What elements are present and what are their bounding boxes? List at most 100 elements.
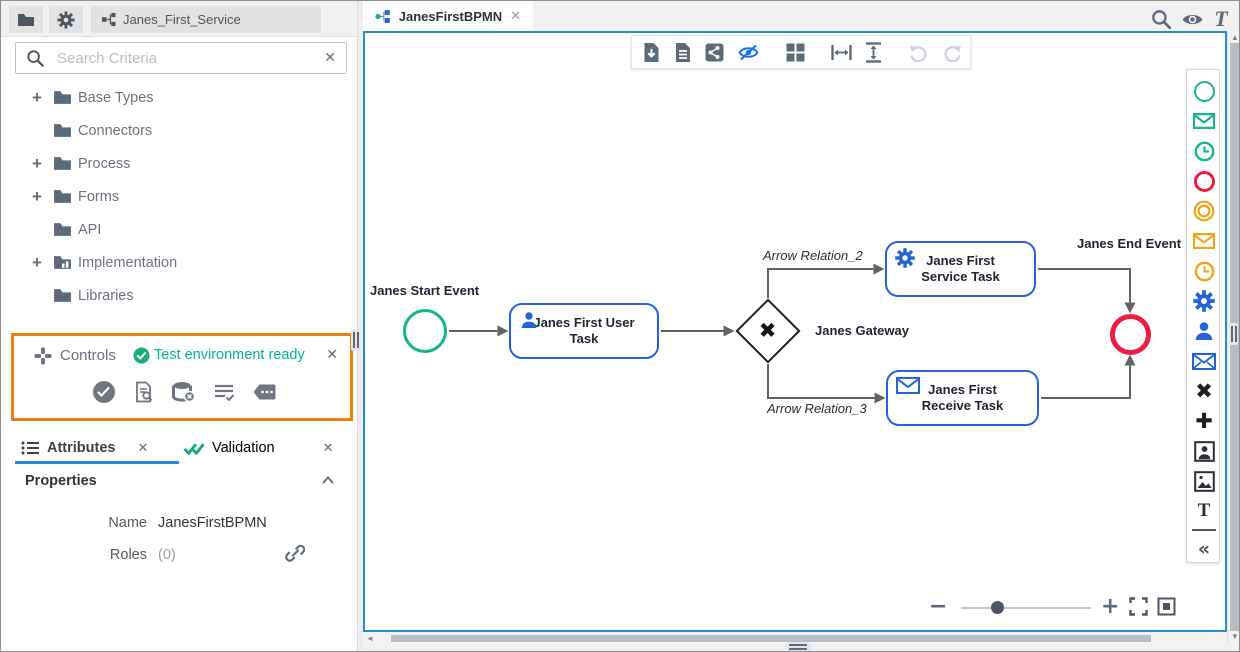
flow-receive-to-end[interactable]: [1041, 365, 1130, 398]
grid-icon: [786, 43, 805, 62]
expand-icon[interactable]: +: [29, 154, 45, 174]
flow-arrow-relation-2[interactable]: [768, 269, 874, 298]
link-icon[interactable]: [285, 543, 305, 563]
close-icon[interactable]: ✕: [323, 441, 334, 456]
palette-text[interactable]: T: [1187, 496, 1221, 526]
tag-more-button[interactable]: [250, 378, 278, 406]
audit-document-button[interactable]: [130, 378, 158, 406]
search-input[interactable]: [55, 49, 314, 68]
diagram-canvas[interactable]: Janes Start Event Janes Gateway Janes En…: [363, 31, 1227, 632]
tree-item-process[interactable]: + Process: [1, 147, 357, 180]
service-task-node[interactable]: Janes First Service Task: [885, 241, 1036, 297]
service-tab[interactable]: Janes_First_Service: [91, 6, 321, 33]
palette-actor[interactable]: [1187, 436, 1221, 466]
tree-item-forms[interactable]: + Forms: [1, 180, 357, 213]
share-diagram-button[interactable]: [705, 40, 724, 64]
zoom-slider[interactable]: [961, 607, 1091, 609]
palette-service-task[interactable]: [1187, 286, 1221, 316]
folder-icon: [17, 13, 35, 27]
palette-message-start-event[interactable]: [1187, 106, 1221, 136]
receive-task-node[interactable]: Janes First Receive Task: [886, 370, 1039, 426]
same-width-button[interactable]: [831, 40, 852, 64]
scroll-down-icon[interactable]: ▼: [1231, 632, 1239, 641]
scroll-left-icon[interactable]: ◄: [366, 634, 374, 643]
palette-receive-task[interactable]: [1187, 346, 1221, 376]
test-list-button[interactable]: [210, 378, 238, 406]
tree-item-implementation[interactable]: + Implementation: [1, 246, 357, 279]
zoom-out-button[interactable]: −: [929, 594, 947, 619]
scroll-up-icon[interactable]: ▲: [1231, 33, 1239, 42]
palette-timer-start-event[interactable]: [1187, 136, 1221, 166]
palette-start-event[interactable]: [1187, 76, 1221, 106]
expand-icon[interactable]: +: [29, 187, 45, 207]
palette-parallel-gateway[interactable]: ✚: [1187, 406, 1221, 436]
end-event-node[interactable]: [1110, 314, 1151, 355]
tree-item-label: Implementation: [78, 255, 177, 271]
close-icon[interactable]: ✕: [326, 347, 338, 363]
expand-icon[interactable]: +: [29, 253, 45, 273]
bottom-splitter-grip[interactable]: [786, 642, 810, 651]
palette-image[interactable]: [1187, 466, 1221, 496]
gateway-label[interactable]: Janes Gateway: [815, 323, 909, 338]
preview-button[interactable]: [1181, 7, 1204, 31]
search-clear-icon[interactable]: ✕: [324, 50, 336, 66]
user-task-node[interactable]: Janes First User Task: [509, 303, 659, 359]
zoom-in-button[interactable]: +: [1101, 594, 1119, 619]
hide-labels-button[interactable]: [737, 40, 760, 64]
envelope-icon: [896, 377, 920, 394]
clean-data-button[interactable]: [170, 378, 198, 406]
tab-attributes[interactable]: Attributes ✕: [21, 435, 148, 461]
gear-icon: [57, 11, 75, 29]
tab-validation[interactable]: Validation ✕: [183, 435, 334, 461]
name-value[interactable]: JanesFirstBPMN: [158, 515, 267, 531]
tag-dots-icon: [252, 383, 276, 401]
zoom-slider-thumb[interactable]: [991, 601, 1004, 614]
flow-label-arrow-relation-3[interactable]: Arrow Relation_3: [767, 401, 867, 416]
explorer-toolbar: Janes_First_Service: [1, 1, 357, 37]
end-event-label[interactable]: Janes End Event: [1077, 236, 1181, 251]
align-grid-button[interactable]: [786, 40, 805, 64]
palette-end-event[interactable]: [1187, 166, 1221, 196]
splitter-grip[interactable]: [351, 329, 360, 351]
expand-icon[interactable]: +: [29, 88, 45, 108]
undo-button[interactable]: [908, 40, 929, 64]
palette-collapse-button[interactable]: «: [1187, 534, 1221, 564]
controls-header: Controls Test environment ready ✕: [14, 344, 350, 368]
tree-item-connectors[interactable]: Connectors: [1, 114, 357, 147]
flow-service-to-end[interactable]: [1038, 269, 1130, 303]
validate-button[interactable]: [90, 378, 118, 406]
editor-tab[interactable]: JanesFirstBPMN ✕: [363, 1, 533, 31]
tree-item-base-types[interactable]: + Base Types: [1, 81, 357, 114]
envelope-blue-icon: [1192, 353, 1216, 370]
export-file-button[interactable]: [642, 40, 661, 64]
flow-label-arrow-relation-2[interactable]: Arrow Relation_2: [763, 248, 863, 263]
zoom-search-button[interactable]: [1151, 7, 1172, 31]
start-event-node[interactable]: [403, 309, 447, 353]
open-folder-button[interactable]: [9, 6, 43, 33]
fit-view-button[interactable]: [1157, 597, 1176, 616]
redo-button[interactable]: [942, 40, 963, 64]
tree-item-libraries[interactable]: Libraries: [1, 279, 357, 312]
right-splitter-grip[interactable]: [1229, 323, 1238, 345]
service-task-label: Janes First Service Task: [911, 253, 1011, 286]
horizontal-scrollbar-thumb[interactable]: [391, 635, 1151, 642]
distribute-vertical-icon: [865, 42, 882, 63]
gateway-node[interactable]: ✖: [735, 298, 800, 363]
close-icon[interactable]: ✕: [510, 9, 521, 24]
settings-button[interactable]: [49, 6, 83, 33]
flow-arrow-relation-3[interactable]: [768, 364, 875, 398]
palette-user-task[interactable]: [1187, 316, 1221, 346]
chevron-up-icon[interactable]: [321, 475, 335, 485]
document-properties-button[interactable]: [674, 40, 692, 64]
palette-timer-intermediate-event[interactable]: [1187, 256, 1221, 286]
fullscreen-button[interactable]: [1129, 597, 1148, 616]
close-icon[interactable]: ✕: [137, 441, 148, 456]
tree-item-api[interactable]: API: [1, 213, 357, 246]
palette-exclusive-gateway[interactable]: ✖: [1187, 376, 1221, 406]
controls-buttons: [14, 376, 350, 410]
palette-message-intermediate-event[interactable]: [1187, 226, 1221, 256]
same-height-button[interactable]: [865, 40, 882, 64]
start-event-label[interactable]: Janes Start Event: [370, 283, 479, 298]
palette-intermediate-event[interactable]: [1187, 196, 1221, 226]
text-mode-button[interactable]: T: [1213, 7, 1229, 31]
